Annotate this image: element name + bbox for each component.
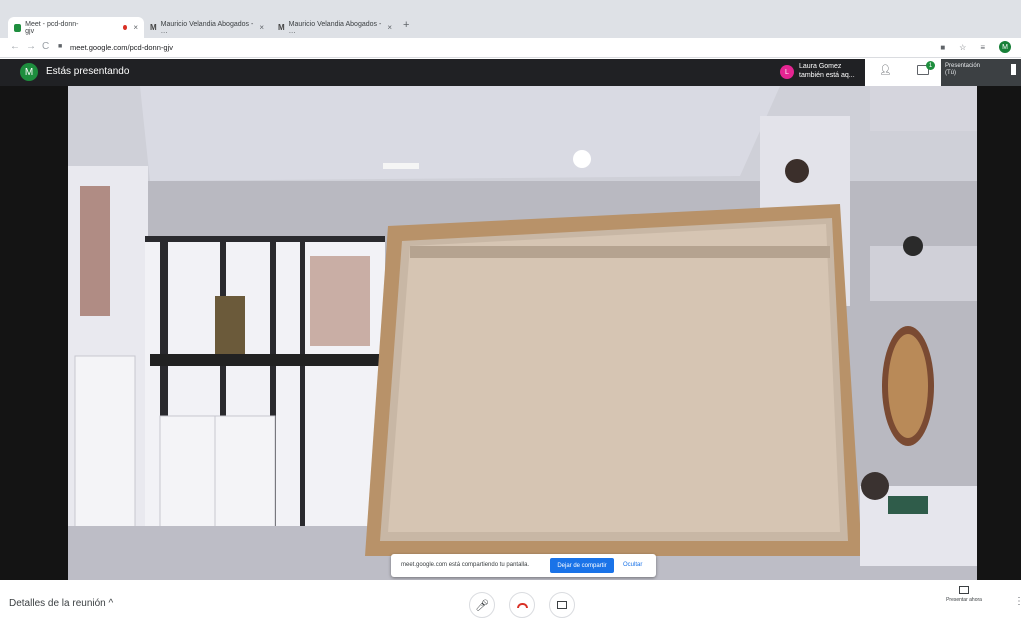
present-now-button[interactable]: Presentar ahora [944, 586, 984, 603]
microphone-button[interactable]: 🎤︎ [469, 592, 495, 618]
bottom-controls: Detalles de la reunión ^ 🎤︎ Presentar ah… [0, 580, 1021, 618]
screen-sharing-bar: meet.google.com está compartiendo tu pan… [391, 554, 656, 577]
participant-note: también está aq... [799, 72, 855, 79]
presentation-title: Presentación [945, 63, 981, 69]
participant-text: Laura Gomez también está aq... [799, 62, 855, 80]
people-icon[interactable]: 👤︎ [879, 65, 892, 76]
presentation-sub: (Tú) [945, 70, 956, 76]
meet-toolbar: 👤︎ 1 [865, 59, 941, 86]
sharing-notice: meet.google.com está compartiendo tu pan… [401, 562, 530, 568]
camera-image [0, 86, 1021, 580]
gmail-favicon-icon: M [150, 23, 157, 32]
close-icon[interactable]: × [133, 23, 138, 32]
camera-icon [557, 601, 567, 609]
address-bar: ← → C ■ meet.google.com/pcd-donn-gjv ■ ☆… [0, 38, 1021, 58]
chevron-up-icon: ^ [108, 598, 114, 609]
present-now-label: Presentar ahora [946, 597, 982, 603]
meet-favicon-icon [14, 23, 22, 32]
reload-icon[interactable]: C [42, 41, 49, 52]
more-options-icon[interactable]: ⋮ [1014, 596, 1021, 607]
url-field[interactable]: meet.google.com/pcd-donn-gjv [70, 43, 173, 52]
tab-label: Mauricio Velandia Abogados - … [160, 20, 254, 35]
avatar: M [20, 63, 38, 81]
star-icon[interactable]: ☆ [959, 43, 966, 52]
browser-tab-strip: Meet - pcd-donn-gjv × M Mauricio Velandi… [0, 0, 1021, 38]
presentation-thumbnail[interactable]: Presentación (Tú) [941, 59, 1021, 86]
participant-notice[interactable]: L Laura Gomez también está aq... [777, 59, 865, 86]
forward-arrow-icon[interactable]: → [26, 41, 36, 52]
pin-icon[interactable] [1011, 64, 1016, 75]
tab-label: Meet - pcd-donn-gjv [25, 20, 79, 35]
camera-indicator-icon[interactable]: ■ [940, 43, 945, 52]
back-arrow-icon[interactable]: ← [10, 41, 20, 52]
video-feed [0, 86, 1021, 580]
tab-gmail-2[interactable]: M Mauricio Velandia Abogados - … × [272, 17, 398, 38]
gmail-favicon-icon: M [278, 23, 285, 32]
participant-name: Laura Gomez [799, 63, 842, 70]
new-tab-button[interactable]: + [403, 19, 409, 31]
meeting-details-button[interactable]: Detalles de la reunión ^ [9, 598, 113, 609]
tab-label: Mauricio Velandia Abogados - … [288, 20, 382, 35]
meeting-details-label: Detalles de la reunión [9, 598, 106, 609]
close-icon[interactable]: × [387, 23, 392, 32]
close-icon[interactable]: × [259, 23, 264, 32]
presentation-label: Presentación (Tú) [945, 63, 980, 77]
hide-button[interactable]: Ocultar [623, 562, 642, 568]
lock-icon: ■ [58, 43, 63, 50]
profile-avatar[interactable]: M [999, 41, 1011, 53]
chat-badge: 1 [926, 61, 935, 70]
present-screen-icon [959, 586, 969, 594]
media-icon[interactable]: ≡ [980, 43, 985, 52]
tab-gmail-1[interactable]: M Mauricio Velandia Abogados - … × [144, 17, 270, 38]
end-call-button[interactable] [509, 592, 535, 618]
stop-sharing-button[interactable]: Dejar de compartir [550, 558, 614, 573]
presenting-status: Estás presentando [46, 66, 130, 77]
participant-avatar: L [780, 65, 794, 79]
phone-hangup-icon [516, 602, 528, 608]
tab-meet[interactable]: Meet - pcd-donn-gjv × [8, 17, 144, 38]
recording-indicator-icon [122, 25, 128, 30]
camera-button[interactable] [549, 592, 575, 618]
